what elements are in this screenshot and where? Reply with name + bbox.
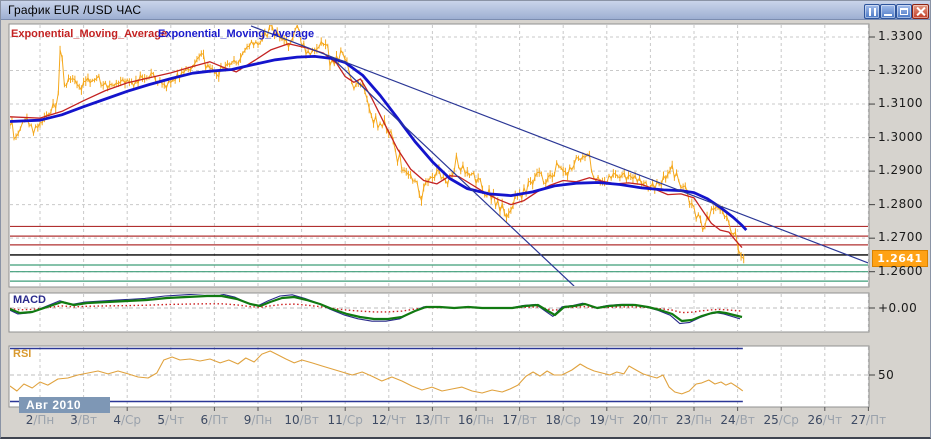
price-axis-label: 1.2600 [878, 263, 923, 278]
date-axis-label: 18/Ср [545, 413, 581, 427]
price-axis-label: 1.3200 [878, 62, 923, 77]
date-axis-label: 25/Ср [763, 413, 799, 427]
price-axis-label: 1.2700 [878, 230, 923, 245]
minimize-icon [884, 13, 892, 16]
date-axis-label: 13/Пт [414, 413, 451, 427]
date-axis-label: 23/Пн [675, 413, 713, 427]
date-axis-label: 10/Вт [284, 413, 319, 427]
macd-axis-label: +0.00 [878, 301, 918, 315]
date-axis-label: 4/Ср [113, 413, 142, 427]
date-axis-label: 26/Чт [807, 413, 843, 427]
date-axis-label: 16/Пн [457, 413, 495, 427]
price-axis-label: 1.3100 [878, 96, 923, 111]
close-button[interactable] [912, 4, 929, 19]
rsi-axis-label: 50 [878, 368, 895, 382]
main-chart-plot[interactable] [9, 24, 869, 287]
date-axis-label: 5/Чт [157, 413, 185, 427]
window-title: График EUR /USD ЧАС [8, 3, 142, 17]
chart-window: График EUR /USD ЧАС Exponential_Moving_A… [0, 0, 931, 439]
date-axis-label: 3/Вт [70, 413, 98, 427]
date-axis-label: 24/Вт [720, 413, 755, 427]
minimize-button[interactable] [880, 4, 896, 19]
macd-panel-label: MACD [13, 294, 46, 306]
legend-ema-red[interactable]: Exponential_Moving_Average [11, 28, 167, 40]
date-axis-label: 2/Пн [25, 413, 55, 427]
price-axis-label: 1.2900 [878, 163, 923, 178]
date-axis-label: 11/Ср [327, 413, 363, 427]
date-axis-label: 9/Пн [243, 413, 273, 427]
date-axis-label: 27/Пт [850, 413, 887, 427]
split-window-button[interactable] [864, 4, 880, 19]
window-titlebar[interactable]: График EUR /USD ЧАС [1, 1, 930, 20]
restore-button[interactable] [896, 4, 912, 19]
date-axis-label: 20/Пт [632, 413, 669, 427]
chart-canvas[interactable] [1, 1, 931, 439]
price-axis-label: 1.2800 [878, 196, 923, 211]
date-axis-label: 6/Пт [200, 413, 229, 427]
price-axis-label: 1.3000 [878, 129, 923, 144]
price-axis-label: 1.3300 [878, 29, 923, 43]
legend-ema-blue[interactable]: Exponential_Moving_Average [158, 28, 314, 40]
pause-icon [868, 7, 876, 16]
rsi-panel-label: RSI [13, 348, 32, 360]
date-axis-label: 17/Вт [502, 413, 537, 427]
date-axis-label: 19/Чт [589, 413, 625, 427]
close-icon [916, 7, 925, 16]
restore-icon [900, 8, 908, 15]
month-label: Авг 2010 [19, 397, 110, 413]
date-axis-label: 12/Чт [371, 413, 407, 427]
